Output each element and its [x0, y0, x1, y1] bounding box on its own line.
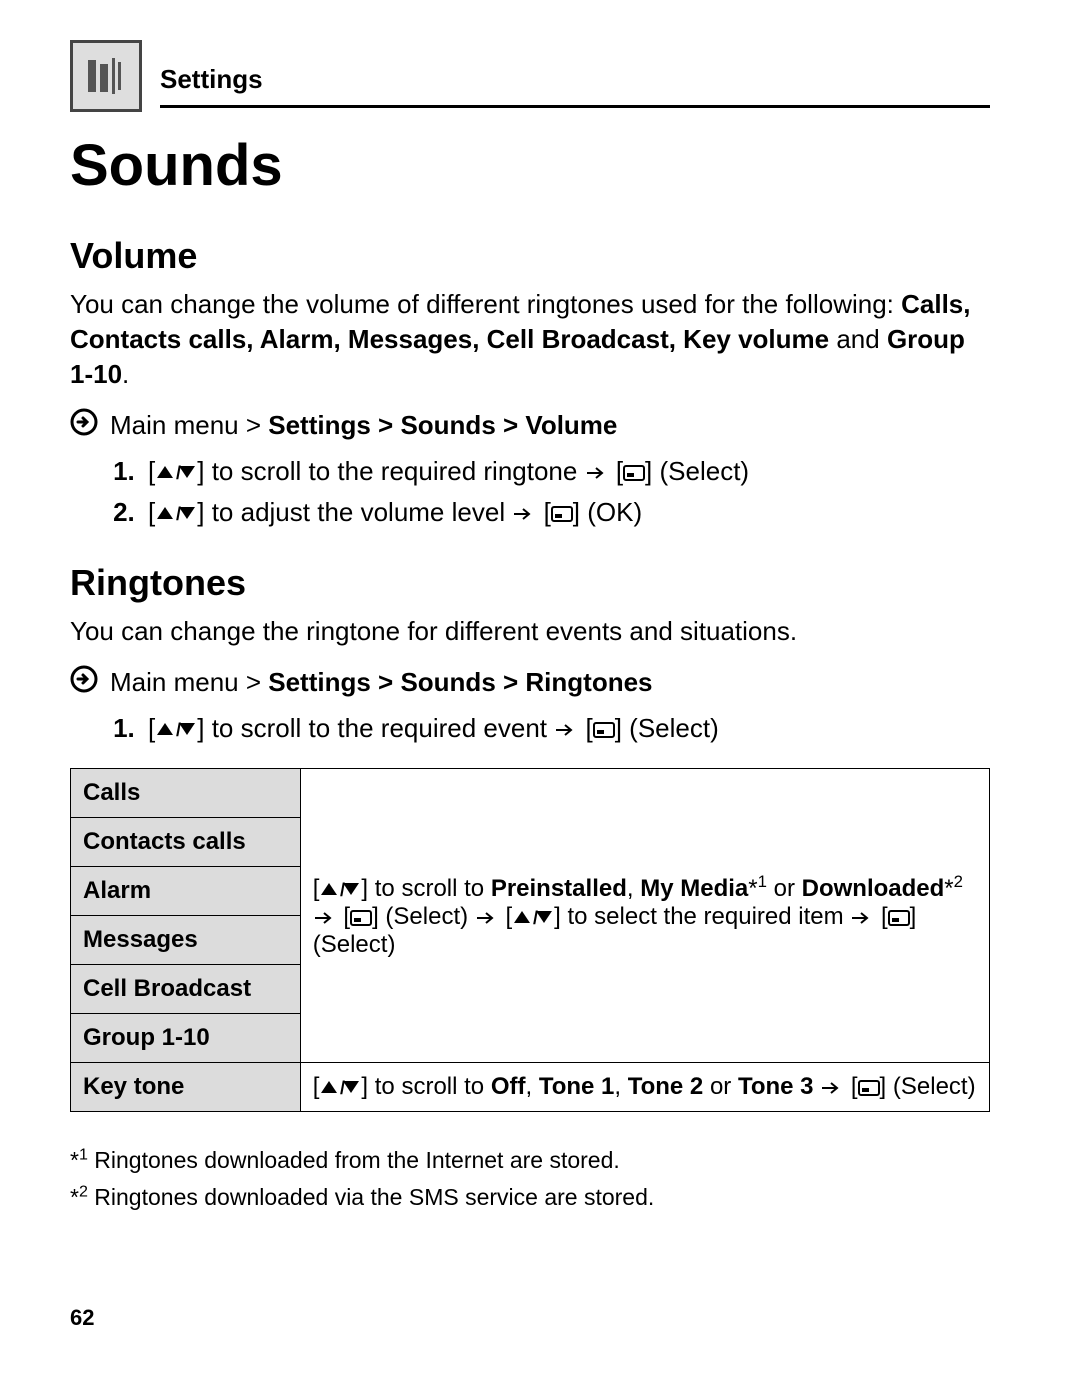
t-key-b: Off	[491, 1073, 526, 1100]
right-arrow-icon	[554, 723, 578, 737]
table-header-keytone: Key tone	[71, 1063, 301, 1112]
table-cell-main: [/] to scroll to Preinstalled, My Media*…	[300, 769, 989, 1063]
softkey-icon	[551, 506, 573, 522]
softkey-icon	[888, 910, 910, 926]
nav-arrow-icon	[70, 408, 98, 443]
up-down-icon: /	[155, 464, 197, 482]
fn1-sup: 1	[79, 1146, 88, 1164]
table-header-cellbroadcast: Cell Broadcast	[71, 965, 301, 1014]
table-header-calls: Calls	[71, 769, 301, 818]
ringtones-table: Calls [/] to scroll to Preinstalled, My …	[70, 768, 990, 1112]
footnote-1: *1 Ringtones downloaded from the Interne…	[70, 1142, 990, 1179]
ringtones-step1-mid: to scroll to the required event	[212, 713, 555, 743]
t-key-e: ,	[614, 1073, 627, 1100]
ringtones-nav-rest: Settings > Sounds > Ringtones	[268, 667, 652, 697]
t-key-a: to scroll to	[368, 1073, 491, 1100]
volume-step-1: [/] to scroll to the required ringtone […	[142, 451, 990, 491]
softkey-icon	[350, 910, 372, 926]
header-row: Settings	[70, 40, 990, 112]
table-header-alarm: Alarm	[71, 867, 301, 916]
nav-arrow-icon	[70, 665, 98, 700]
t-main-select1: (Select)	[379, 903, 475, 930]
t-main-c: ,	[627, 875, 640, 902]
softkey-icon	[623, 465, 645, 481]
table-header-group: Group 1-10	[71, 1014, 301, 1063]
volume-step1-end: (Select)	[660, 456, 750, 486]
volume-steps: [/] to scroll to the required ringtone […	[70, 451, 990, 532]
settings-icon	[70, 40, 142, 112]
footnotes: *1 Ringtones downloaded from the Interne…	[70, 1142, 990, 1216]
right-arrow-icon	[475, 911, 499, 925]
t-key-f: Tone 2	[628, 1073, 704, 1100]
t-main-b: Preinstalled	[491, 875, 627, 902]
ringtones-intro: You can change the ringtone for differen…	[70, 614, 990, 649]
fn2-sup: 2	[79, 1182, 88, 1200]
footnote-2: *2 Ringtones downloaded via the SMS serv…	[70, 1179, 990, 1216]
t-main-select2: (Select)	[313, 931, 396, 958]
t-main-d: My Media	[640, 875, 748, 902]
ringtones-steps: [/] to scroll to the required event [] (…	[70, 708, 990, 748]
t-main-e: or	[767, 875, 802, 902]
volume-intro-lead: You can change the volume of different r…	[70, 289, 901, 319]
header-label-wrap: Settings	[160, 64, 990, 112]
right-arrow-icon	[820, 1081, 844, 1095]
page-number: 62	[70, 1305, 94, 1331]
ringtones-step1-end: (Select)	[629, 713, 719, 743]
section-heading-volume: Volume	[70, 235, 990, 277]
volume-step1-mid: to scroll to the required ringtone	[212, 456, 585, 486]
t-key-c: ,	[525, 1073, 538, 1100]
table-header-messages: Messages	[71, 916, 301, 965]
table-row: Key tone [/] to scroll to Off, Tone 1, T…	[71, 1063, 990, 1112]
volume-step2-mid: to adjust the volume level	[212, 497, 513, 527]
table-cell-keytone: [/] to scroll to Off, Tone 1, Tone 2 or …	[300, 1063, 989, 1112]
volume-intro-period: .	[122, 359, 129, 389]
table-header-contacts: Contacts calls	[71, 818, 301, 867]
fn2-text: Ringtones downloaded via the SMS service…	[88, 1184, 654, 1210]
t-main-a: to scroll to	[368, 875, 491, 902]
table-row: Calls [/] to scroll to Preinstalled, My …	[71, 769, 990, 818]
volume-nav-rest: Settings > Sounds > Volume	[268, 410, 617, 440]
volume-intro-and: and	[829, 324, 887, 354]
up-down-icon: /	[155, 721, 197, 739]
t-key-d: Tone 1	[539, 1073, 615, 1100]
page: Settings Sounds Volume You can change th…	[0, 0, 1080, 1379]
t-key-h: Tone 3	[738, 1073, 814, 1100]
up-down-icon: /	[319, 881, 361, 899]
volume-intro: You can change the volume of different r…	[70, 287, 990, 392]
header-label: Settings	[160, 64, 990, 101]
t-key-select: (Select)	[886, 1073, 975, 1100]
ringtones-nav-main: Main menu >	[110, 667, 268, 697]
fn1-mark: *	[70, 1147, 79, 1173]
fn1-text: Ringtones downloaded from the Internet a…	[88, 1147, 620, 1173]
up-down-icon: /	[155, 505, 197, 523]
softkey-icon	[593, 722, 615, 738]
right-arrow-icon	[850, 911, 874, 925]
volume-nav-main: Main menu >	[110, 410, 268, 440]
volume-nav-line: Main menu > Settings > Sounds > Volume	[70, 408, 990, 443]
t-main-f: Downloaded	[802, 875, 945, 902]
up-down-icon: /	[319, 1079, 361, 1097]
right-arrow-icon	[313, 911, 337, 925]
right-arrow-icon	[512, 507, 536, 521]
right-arrow-icon	[585, 466, 609, 480]
up-down-icon: /	[512, 909, 554, 927]
ringtones-step-1: [/] to scroll to the required event [] (…	[142, 708, 990, 748]
page-title: Sounds	[70, 132, 990, 199]
volume-step2-end: (OK)	[587, 497, 642, 527]
volume-step-2: [/] to adjust the volume level [] (OK)	[142, 492, 990, 532]
ringtones-nav-line: Main menu > Settings > Sounds > Ringtone…	[70, 665, 990, 700]
fn2-mark: *	[70, 1184, 79, 1210]
t-main-mid: to select the required item	[561, 903, 850, 930]
header-rule	[160, 105, 990, 108]
section-heading-ringtones: Ringtones	[70, 562, 990, 604]
t-key-g: or	[703, 1073, 738, 1100]
softkey-icon	[858, 1080, 880, 1096]
